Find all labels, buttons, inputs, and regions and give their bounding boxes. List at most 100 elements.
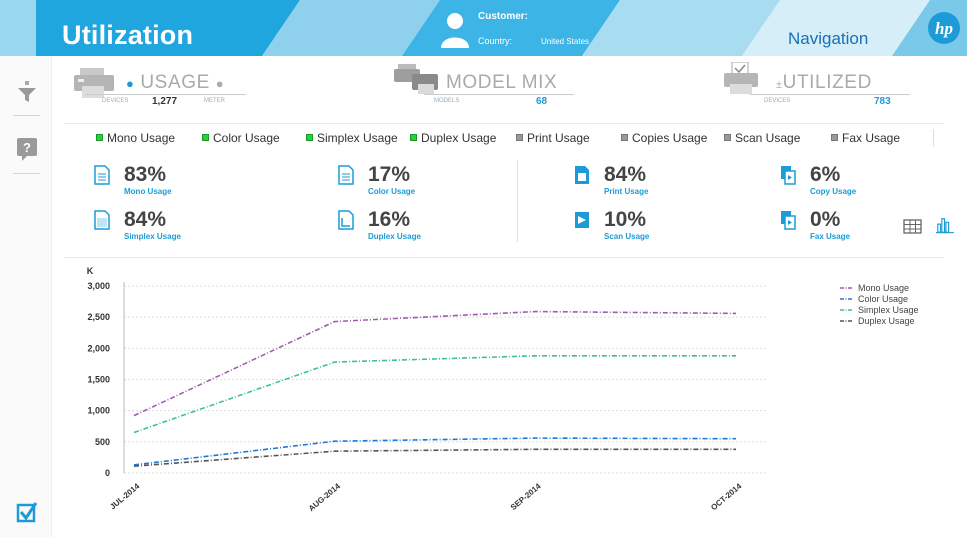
country-value: United States — [541, 37, 590, 46]
model-mix-models-value: 68 — [536, 96, 548, 107]
navigation-link[interactable]: Navigation — [788, 29, 868, 49]
kpi-duplex-label: Duplex Usage — [368, 232, 421, 241]
legend-label: Duplex Usage — [858, 316, 915, 326]
utilized-summary[interactable]: ±UTILIZED DEVICES 783 — [720, 60, 910, 116]
filter-fax-usage[interactable]: Fax Usage — [831, 131, 900, 145]
kpi-divider — [64, 257, 944, 258]
hp-logo-text: hp — [935, 19, 953, 38]
filter-scan-label: Scan Usage — [735, 131, 801, 145]
kpi-simplex-value: 84% — [124, 208, 167, 231]
y-tick-label: 3,000 — [87, 281, 110, 291]
rail-divider — [13, 173, 40, 174]
kpi-color-label: Color Usage — [368, 187, 416, 196]
svg-text:?: ? — [23, 140, 31, 155]
y-tick-label: 500 — [95, 437, 110, 447]
summary-divider — [64, 123, 944, 124]
x-tick-label: OCT-2014 — [709, 481, 743, 512]
kpi-mono-label: Mono Usage — [124, 187, 172, 196]
kpi-copy-value: 6% — [810, 163, 841, 186]
kpi-mono-usage: 83% Mono Usage — [94, 163, 224, 203]
user-avatar-icon — [441, 13, 469, 48]
utilized-title: UTILIZED — [782, 72, 872, 93]
series-line — [133, 310, 737, 417]
series-line — [133, 448, 736, 467]
kpi-scan-label: Scan Usage — [604, 232, 650, 241]
kpi-simplex-usage: 84% Simplex Usage — [94, 208, 224, 248]
hp-logo[interactable]: hp — [927, 11, 961, 45]
model-mix-models-label: MODELS — [434, 98, 460, 104]
kpi-print-usage: 84% Print Usage — [574, 163, 704, 203]
kpi-color-usage: 17% Color Usage — [338, 163, 468, 203]
filter-bar-divider — [933, 129, 934, 147]
funnel-icon[interactable] — [16, 80, 38, 104]
model-mix-summary[interactable]: MODEL MIX MODELS 68 — [394, 60, 574, 116]
usage-title: USAGE — [140, 72, 210, 93]
y-tick-label: 1,000 — [87, 406, 110, 416]
utilized-printer-icon — [724, 62, 758, 94]
series-line — [133, 355, 736, 434]
filter-print-usage[interactable]: Print Usage — [516, 131, 590, 145]
fax-icon — [781, 211, 796, 230]
kpi-print-value: 84% — [604, 163, 647, 186]
legend-label: Color Usage — [858, 294, 908, 304]
y-tick-label: 2,500 — [87, 312, 110, 322]
kpi-color-value: 17% — [368, 163, 411, 186]
color-document-icon — [338, 165, 354, 185]
header-bar: Utilization Customer: Country: United St… — [0, 0, 967, 56]
model-mix-underline — [424, 94, 574, 95]
usage-filter-bar: Mono Usage Color Usage Simplex Usage Dup… — [96, 129, 941, 147]
kpi-duplex-value: 16% — [368, 208, 411, 231]
summary-row: ● USAGE ● DEVICES 1,277 METER MODEL MIX … — [64, 60, 944, 118]
usage-meter-label: METER — [204, 98, 225, 104]
kpi-fax-value: 0% — [810, 208, 841, 231]
filter-mono-usage[interactable]: Mono Usage — [96, 131, 175, 145]
usage-underline — [86, 94, 246, 95]
x-tick-label: JUL-2014 — [108, 481, 141, 511]
utilized-devices-label: DEVICES — [764, 98, 791, 104]
usage-devices-value: 1,277 — [152, 96, 178, 107]
utilized-devices-value: 783 — [874, 96, 891, 107]
help-icon[interactable]: ? — [16, 137, 38, 161]
kpi-scan-value: 10% — [604, 208, 647, 231]
kpi-fax-usage: 0% Fax Usage — [780, 208, 910, 248]
checkbox-icon[interactable] — [16, 500, 38, 524]
kpi-print-label: Print Usage — [604, 187, 649, 196]
rail-divider — [13, 115, 40, 116]
filter-color-usage[interactable]: Color Usage — [202, 131, 280, 145]
customer-label: Customer: — [478, 11, 529, 22]
usage-line-chart: K 0 500 1,000 1,500 2,000 2,500 3,000 JUL-2014 AU… — [87, 266, 919, 513]
left-rail: ? — [0, 56, 52, 537]
kpi-scan-usage: 10% Scan Usage — [574, 208, 704, 248]
x-tick-label: AUG-2014 — [307, 481, 342, 513]
y-axis-unit-label: K — [87, 266, 94, 276]
usage-summary[interactable]: ● USAGE ● DEVICES 1,277 METER — [64, 60, 304, 116]
kpi-fax-label: Fax Usage — [810, 232, 851, 241]
table-view-icon[interactable] — [903, 218, 923, 236]
utilized-underline — [750, 94, 910, 95]
country-label: Country: — [478, 36, 513, 46]
filter-mono-label: Mono Usage — [107, 131, 176, 145]
legend-label: Mono Usage — [858, 283, 909, 293]
legend-label: Simplex Usage — [858, 305, 919, 315]
y-tick-label: 1,500 — [87, 375, 110, 385]
y-tick-label: 0 — [105, 468, 110, 478]
filter-color-label: Color Usage — [213, 131, 280, 145]
print-icon — [575, 166, 589, 184]
filter-duplex-label: Duplex Usage — [421, 131, 497, 145]
kpi-simplex-label: Simplex Usage — [124, 232, 181, 241]
page-title: Utilization — [62, 20, 194, 50]
x-tick-label: SEP-2014 — [509, 481, 543, 512]
y-tick-label: 2,000 — [87, 343, 110, 353]
usage-devices-label: DEVICES — [102, 98, 129, 104]
kpi-group-divider — [517, 160, 518, 242]
document-icon — [94, 210, 110, 230]
scan-icon — [575, 212, 589, 228]
filter-duplex-usage[interactable]: Duplex Usage — [410, 131, 496, 145]
filter-fax-label: Fax Usage — [842, 131, 901, 145]
filter-copies-label: Copies Usage — [632, 131, 708, 145]
filter-scan-usage[interactable]: Scan Usage — [724, 131, 800, 145]
filter-simplex-usage[interactable]: Simplex Usage — [306, 131, 398, 145]
bar-chart-view-icon[interactable] — [935, 216, 955, 234]
filter-copies-usage[interactable]: Copies Usage — [621, 131, 707, 145]
filter-print-label: Print Usage — [527, 131, 590, 145]
